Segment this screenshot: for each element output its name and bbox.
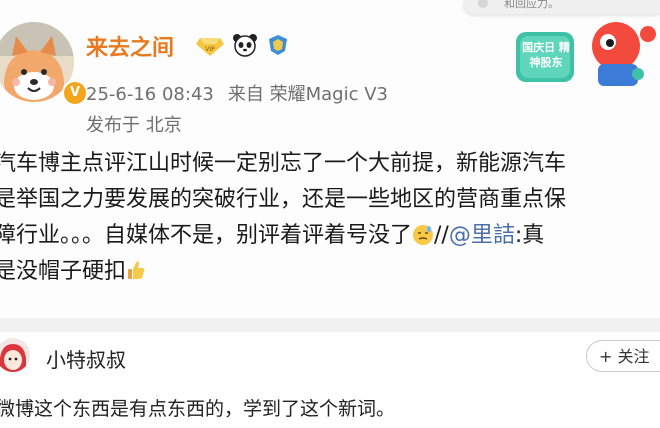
content-line: 汽车博主点评江山时候一定别忘了一个大前提，新能源汽车 xyxy=(0,151,567,176)
verified-v-badge-icon: V xyxy=(62,80,88,106)
repost-separator: // xyxy=(434,223,449,248)
follow-button[interactable]: + 关注 xyxy=(586,340,660,372)
vip-diamond-icon: VIP xyxy=(196,38,224,56)
post-meta: 25-6-16 08:43 来自 荣耀Magic V3 xyxy=(86,80,388,106)
notification-icon xyxy=(478,0,488,8)
thumbs-up-emoji-icon xyxy=(128,261,145,279)
panda-icon xyxy=(233,34,257,57)
user-mention-link[interactable]: @里詰 xyxy=(449,223,515,248)
notification-text: 和回应力。 xyxy=(504,0,559,10)
section-divider xyxy=(0,318,660,332)
content-line: 是没帽子硬扣 xyxy=(0,254,660,290)
commenter-name[interactable]: 小特叔叔 xyxy=(46,344,126,373)
source-prefix: 来自 xyxy=(227,84,264,105)
promo-sticker[interactable]: 国庆日 精神股东 xyxy=(512,14,660,92)
verified-shield-icon xyxy=(269,35,287,55)
sweat-emoji-icon xyxy=(413,225,434,245)
top-notification[interactable]: 和回应力。 xyxy=(464,0,660,14)
weibo-post: 和回应力。 V 来去之间 VIP 25-6-16 08:43 来自 荣耀Magi… xyxy=(0,0,660,318)
post-device[interactable]: 荣耀Magic V3 xyxy=(270,84,388,105)
content-text: 障行业。。。自媒体不是，别评着评着号没了 xyxy=(0,223,413,248)
content-text: :真 xyxy=(514,223,545,248)
content-line: 障行业。。。自媒体不是，别评着评着号没了 //@里詰:真 xyxy=(0,218,660,254)
comment-item: 小特叔叔 + 关注 微博这个东西是有点东西的，学到了这个新词。 xyxy=(0,332,660,428)
post-content: 汽车博主点评江山时候一定别忘了一个大前提，新能源汽车 是举国之力要发展的突破行业… xyxy=(0,146,660,290)
svg-text:VIP: VIP xyxy=(205,46,215,53)
post-timestamp: 25-6-16 08:43 xyxy=(86,84,214,105)
content-text: 是没帽子硬扣 xyxy=(0,259,127,284)
anime-avatar-icon xyxy=(0,338,30,372)
promo-text: 国庆日 精神股东 xyxy=(522,41,570,69)
comment-text: 微博这个东西是有点东西的，学到了这个新词。 xyxy=(0,398,396,420)
content-line: 是举国之力要发展的突破行业，还是一些地区的营商重点保 xyxy=(0,187,567,212)
author-name[interactable]: 来去之间 xyxy=(86,30,174,62)
post-location: 发布于 北京 xyxy=(86,115,182,136)
user-badges: VIP xyxy=(196,33,290,57)
commenter-avatar[interactable] xyxy=(0,338,30,372)
